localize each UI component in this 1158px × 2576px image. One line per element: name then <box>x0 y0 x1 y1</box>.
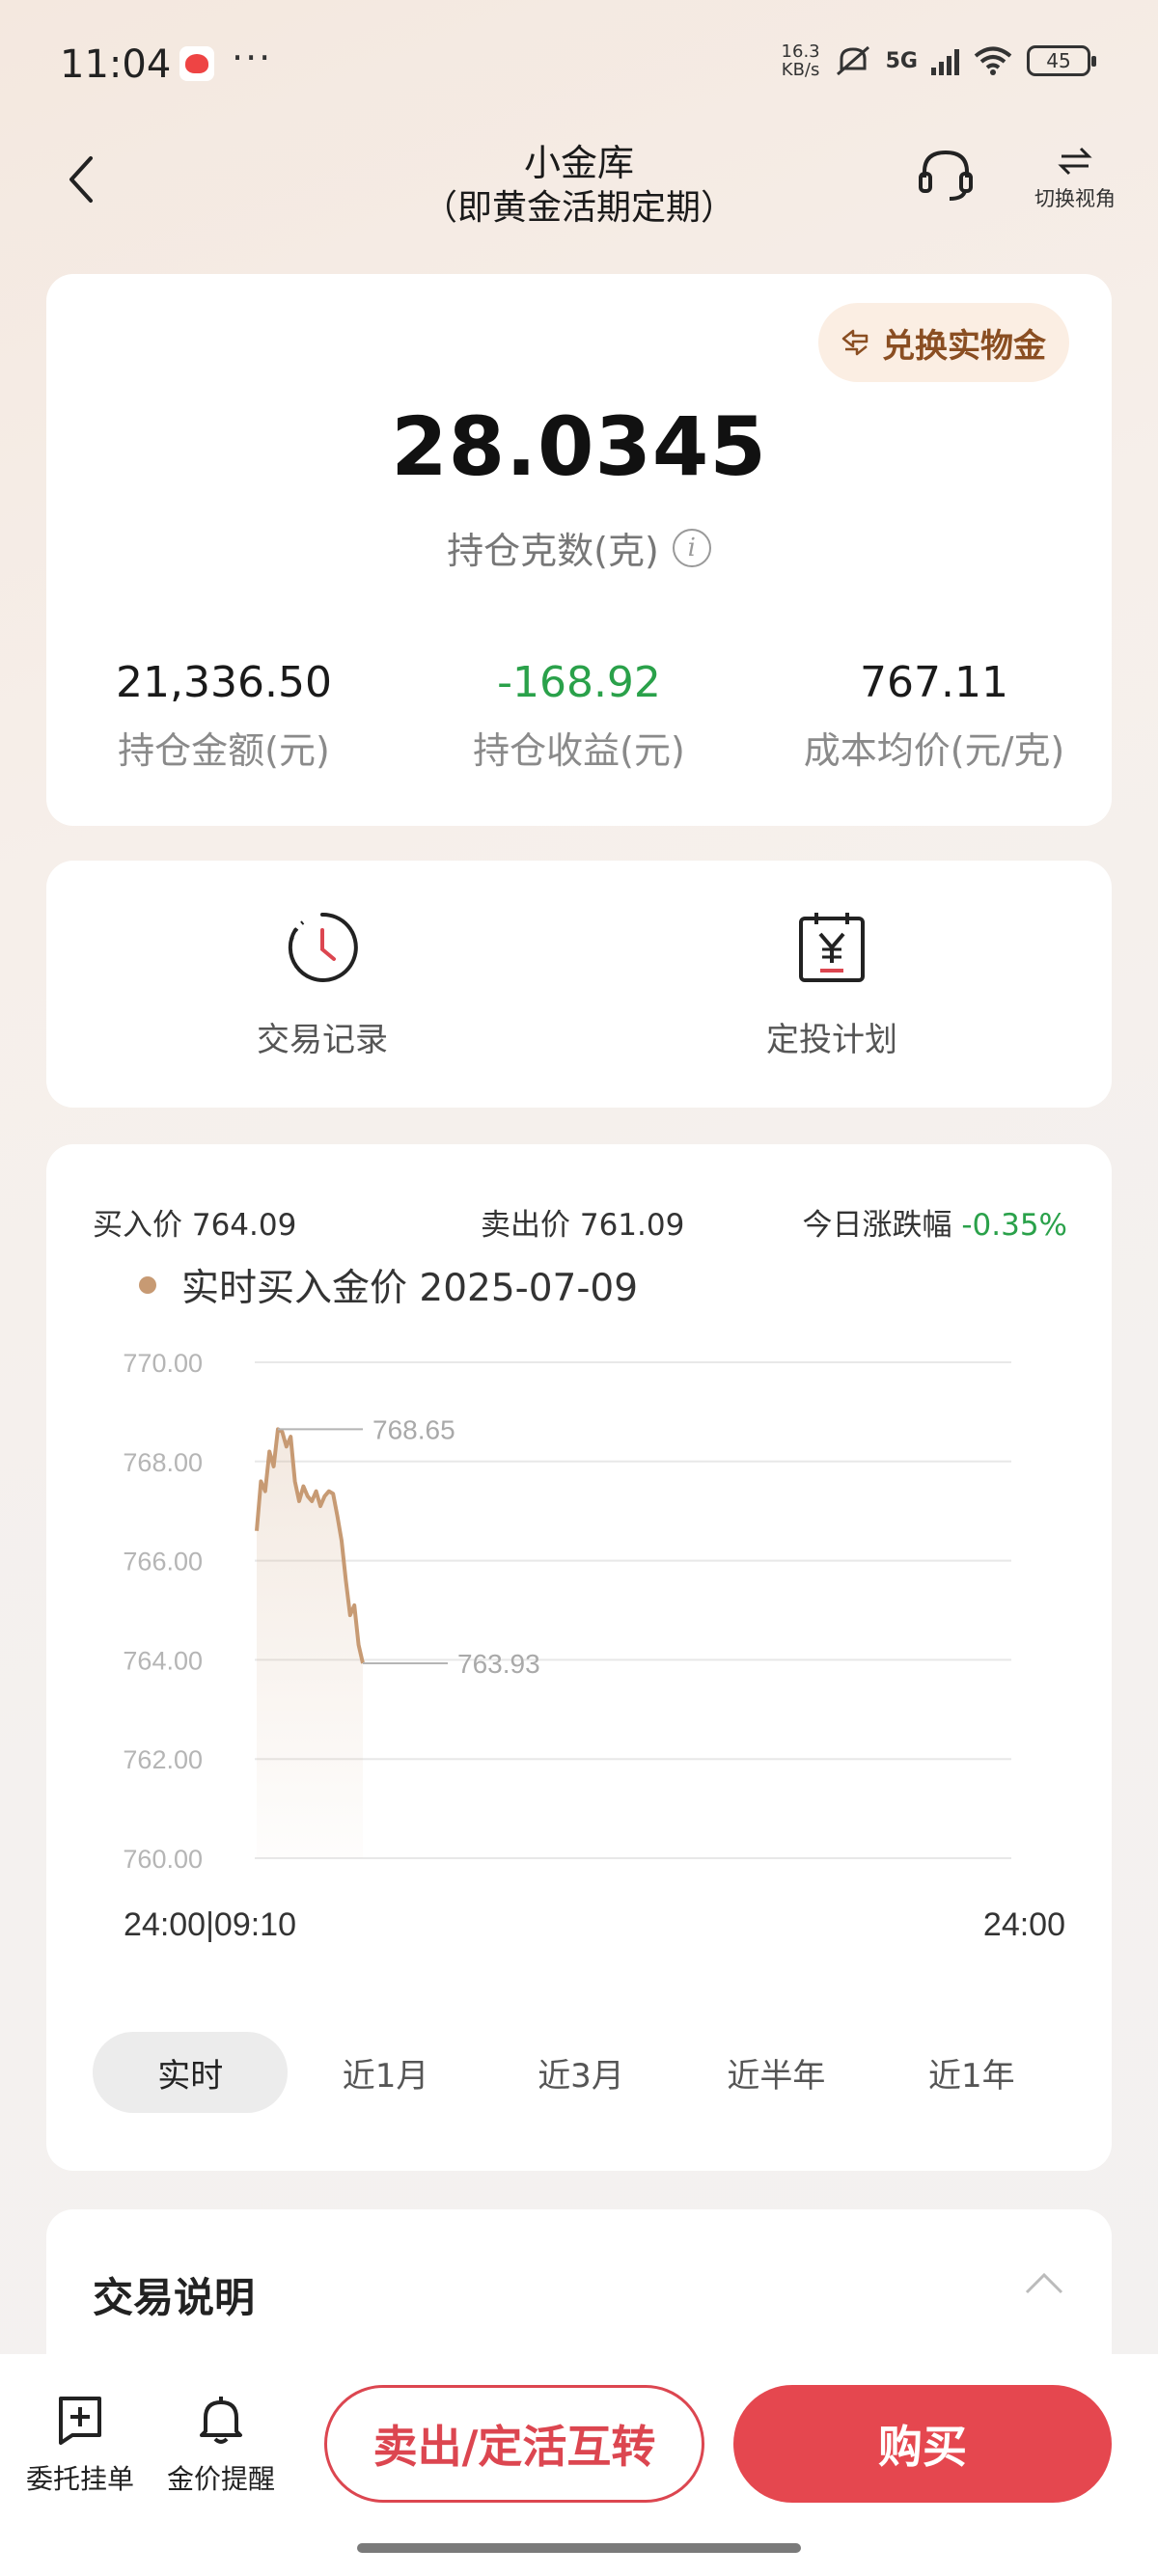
buy-button[interactable]: 购买 <box>733 2385 1112 2503</box>
tab-6-months[interactable]: 近半年 <box>678 2032 873 2113</box>
page-subtitle: （即黄金活期定期） <box>422 188 735 228</box>
annotation-label: 763.93 <box>457 1649 540 1679</box>
net-speed: 16.3 KB/s <box>782 42 820 79</box>
price-line-chart[interactable]: 770.00 768.00 766.00 764.00 762.00 760.00 768… <box>46 1318 1112 1993</box>
actions-card: 交易记录 定投计划 <box>46 861 1112 1108</box>
price-alert-button[interactable]: 金价提醒 <box>158 2393 284 2497</box>
trade-records-button[interactable]: 交易记录 <box>178 909 467 1060</box>
stat-value: 767.11 <box>860 658 1008 707</box>
holding-grams-label: 持仓克数(克) <box>447 530 659 572</box>
more-notifications-icon: ··· <box>232 37 273 79</box>
switch-arrows-icon <box>1058 147 1092 176</box>
stat-average-cost: 767.11 成本均价(元/克) <box>757 658 1112 774</box>
headset-icon[interactable] <box>917 145 975 203</box>
status-icons: 16.3 KB/s 5G 45 <box>782 42 1096 79</box>
holding-grams: 28.0345 <box>391 399 767 494</box>
y-tick-label: 762.00 <box>123 1745 203 1774</box>
signal-icon <box>931 46 959 75</box>
x-tick-label: 24:00 <box>983 1906 1065 1943</box>
holding-grams-label-row: 持仓克数(克) i <box>46 521 1112 574</box>
x-tick-label: 24:00|09:10 <box>124 1906 296 1943</box>
chart-legend: 实时买入金价 2025-07-09 <box>139 1258 638 1312</box>
y-tick-label: 768.00 <box>123 1448 203 1477</box>
price-area <box>257 1429 363 1858</box>
y-tick-label: 766.00 <box>123 1548 203 1576</box>
stat-label: 持仓金额(元) <box>118 729 330 772</box>
auto-invest-plan-label: 定投计划 <box>766 1021 897 1059</box>
sell-price-label: 卖出价 <box>481 1208 570 1243</box>
y-tick-label: 770.00 <box>123 1349 203 1378</box>
legend-dot <box>139 1276 156 1294</box>
order-plus-icon <box>59 2397 101 2445</box>
info-icon[interactable]: i <box>672 528 711 567</box>
auto-invest-plan-button[interactable]: 定投计划 <box>687 909 977 1060</box>
switch-view-label: 切换视角 <box>1034 187 1116 210</box>
battery-icon: 45 <box>1027 45 1096 76</box>
buy-price-value: 764.09 <box>191 1208 297 1243</box>
daily-change: 今日涨跌幅 -0.35% <box>802 1200 1067 1244</box>
annotation-label: 768.65 <box>372 1414 455 1444</box>
y-tick-label: 764.00 <box>123 1646 203 1675</box>
stat-label: 持仓收益(元) <box>473 729 685 772</box>
stat-holding-amount: 21,336.50 持仓金额(元) <box>46 658 401 774</box>
app-notification-icon <box>179 46 214 81</box>
page-title: 小金库 <box>523 142 634 184</box>
exchange-icon <box>841 329 868 356</box>
stat-value: -168.92 <box>497 658 661 707</box>
nav-bar: 小金库 （即黄金活期定期） 切换视角 <box>0 125 1158 232</box>
pending-orders-button[interactable]: 委托挂单 <box>17 2393 143 2497</box>
holding-stats: 21,336.50 持仓金额(元) -168.92 持仓收益(元) 767.11… <box>46 658 1112 774</box>
y-tick-label: 760.00 <box>123 1845 203 1874</box>
switch-view-button[interactable]: 切换视角 <box>1029 145 1121 212</box>
pending-orders-label: 委托挂单 <box>25 2463 134 2495</box>
exchange-physical-gold-button[interactable]: 兑换实物金 <box>818 303 1069 382</box>
tab-3-months[interactable]: 近3月 <box>483 2032 678 2113</box>
legend-label: 实时买入金价 2025-07-09 <box>181 1267 639 1310</box>
holdings-card: 兑换实物金 28.0345 持仓克数(克) i 21,336.50 持仓金额(元… <box>46 274 1112 826</box>
stat-holding-profit: -168.92 持仓收益(元) <box>401 658 757 774</box>
trade-records-label: 交易记录 <box>257 1021 388 1059</box>
home-indicator[interactable] <box>357 2543 801 2553</box>
calendar-yen-icon <box>799 913 865 982</box>
sell-price: 卖出价 761.09 <box>481 1200 684 1244</box>
range-tabs: 实时 近1月 近3月 近半年 近1年 <box>93 2032 1069 2113</box>
tab-realtime[interactable]: 实时 <box>93 2032 289 2113</box>
exchange-physical-gold-label: 兑换实物金 <box>882 326 1046 366</box>
status-bar: 11:04 ··· 16.3 KB/s 5G 45 <box>0 0 1158 125</box>
net-speed-unit: KB/s <box>781 60 820 80</box>
network-type: 5G <box>885 48 918 73</box>
net-speed-value: 16.3 <box>781 41 820 62</box>
sell-price-value: 761.09 <box>579 1208 685 1243</box>
trade-explanation-title: 交易说明 <box>93 2274 256 2321</box>
price-alert-label: 金价提醒 <box>166 2463 275 2495</box>
buy-price: 买入价 764.09 <box>93 1200 296 1244</box>
daily-change-value: -0.35% <box>961 1208 1067 1243</box>
chevron-up-icon[interactable] <box>1023 2267 1065 2296</box>
buy-price-label: 买入价 <box>93 1208 182 1243</box>
clock-history-icon <box>288 912 358 982</box>
sell-transfer-button[interactable]: 卖出/定活互转 <box>324 2385 704 2503</box>
wifi-icon <box>974 46 1012 75</box>
bell-icon <box>200 2397 242 2444</box>
daily-change-label: 今日涨跌幅 <box>802 1208 952 1243</box>
mute-icon <box>836 45 869 76</box>
stat-value: 21,336.50 <box>116 658 332 707</box>
tab-1-month[interactable]: 近1月 <box>288 2032 482 2113</box>
tab-1-year[interactable]: 近1年 <box>874 2032 1069 2113</box>
stat-label: 成本均价(元/克) <box>803 729 1065 772</box>
price-chart-card: 买入价 764.09 卖出价 761.09 今日涨跌幅 -0.35% 实时买入金… <box>46 1144 1112 2171</box>
status-time: 11:04 <box>60 42 172 87</box>
